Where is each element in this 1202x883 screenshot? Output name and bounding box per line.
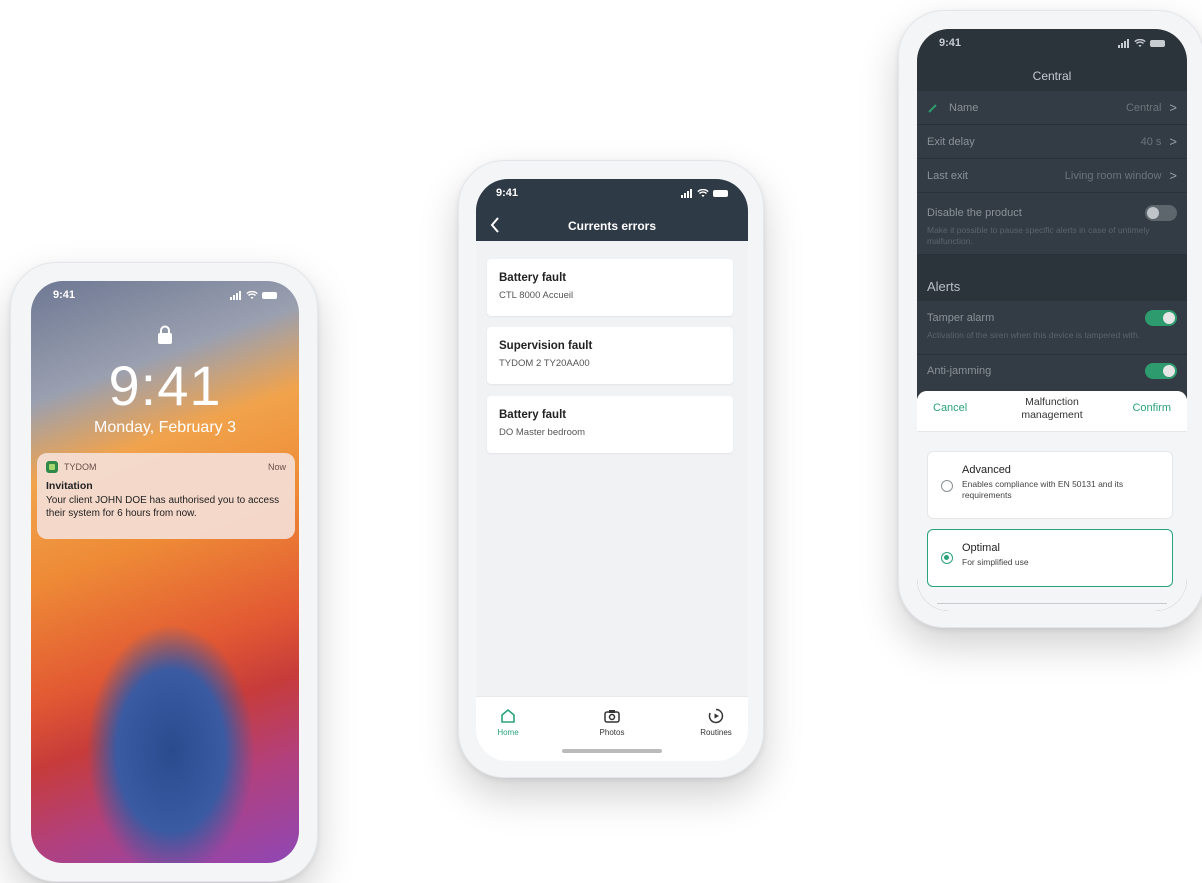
lock-date: Monday, February 3 <box>94 419 236 436</box>
central-phone: 9:41 Central Name Central > Exit delay 40… <box>898 10 1202 628</box>
tab-label: Routines <box>700 728 732 737</box>
cancel-button[interactable]: Cancel <box>933 402 967 414</box>
sheet-title: Malfunction management <box>1021 396 1083 422</box>
radio-button-selected[interactable] <box>941 552 953 564</box>
notification-card[interactable]: TYDOM Now Invitation Your client JOHN DO… <box>37 453 295 539</box>
chevron-right-icon: > <box>1169 168 1177 183</box>
errors-header: 9:41 Currents errors <box>476 179 748 241</box>
routines-icon <box>708 708 724 724</box>
notification-app-name: TYDOM <box>64 462 97 472</box>
error-card[interactable]: Battery fault DO Master bedroom <box>487 396 733 453</box>
row-label: Anti-jamming <box>927 365 992 377</box>
row-disable-product: Disable the product Make it possible to … <box>917 193 1187 255</box>
notification-title: Invitation <box>46 480 93 492</box>
status-bar: 9:41 <box>31 281 299 309</box>
tab-home[interactable]: Home <box>478 707 538 737</box>
row-value: Central <box>1125 101 1162 114</box>
battery-icon <box>262 291 277 299</box>
errors-screen: 9:41 Currents errors Battery fault CTL 8… <box>476 179 748 761</box>
errors-phone: 9:41 Currents errors Battery fault CTL 8… <box>458 160 764 778</box>
tab-routines[interactable]: Routines <box>686 707 746 737</box>
chevron-right-icon: > <box>1169 100 1177 115</box>
signal-icon <box>1118 38 1129 48</box>
option-title: Optimal <box>962 542 1000 554</box>
divider <box>937 603 1167 604</box>
home-indicator <box>562 749 662 753</box>
row-hint: Make it possible to pause specific alert… <box>927 225 1150 247</box>
lockscreen-phone: 9:41 9:41 Monday, February 3 TYDOM Now I… <box>10 262 318 882</box>
error-title: Battery fault <box>499 272 567 284</box>
tab-label: Home <box>497 728 519 737</box>
pencil-icon <box>928 103 937 113</box>
status-time: 9:41 <box>939 37 962 49</box>
wifi-icon <box>246 290 258 299</box>
notification-time: Now <box>267 462 286 472</box>
row-name[interactable]: Name Central > <box>917 91 1187 125</box>
radio-button[interactable] <box>941 480 953 492</box>
page-title: Central <box>1032 69 1072 83</box>
status-time: 9:41 <box>53 289 76 301</box>
row-hint: Activation of the siren when this device… <box>927 330 1141 340</box>
error-title: Supervision fault <box>499 340 593 352</box>
option-optimal[interactable]: Optimal For simplified use <box>927 529 1173 587</box>
tab-bar: Home Photos Routines <box>476 696 748 761</box>
error-title: Battery fault <box>499 409 567 421</box>
row-value: 40 s <box>1140 135 1162 148</box>
row-exit-delay[interactable]: Exit delay 40 s > <box>917 125 1187 159</box>
row-tamper-alarm: Tamper alarm Activation of the siren whe… <box>917 301 1187 355</box>
alerts-heading: Alerts <box>927 279 961 294</box>
lockscreen: 9:41 9:41 Monday, February 3 TYDOM Now I… <box>31 281 299 863</box>
tab-label: Photos <box>599 728 625 737</box>
error-device: TYDOM 2 TY20AA00 <box>499 358 590 369</box>
lock-icon <box>158 325 172 344</box>
lock-time: 9:41 <box>108 354 222 417</box>
signal-icon <box>230 290 241 300</box>
row-label: Exit delay <box>927 135 975 148</box>
row-label: Tamper alarm <box>927 312 995 324</box>
row-label: Name <box>949 101 979 114</box>
wifi-icon <box>1134 38 1146 47</box>
row-last-exit[interactable]: Last exit Living room window > <box>917 159 1187 193</box>
row-anti-jamming: Anti-jamming <box>917 355 1187 395</box>
battery-icon <box>713 189 728 197</box>
sheet-header: Cancel Malfunction management Confirm <box>917 391 1187 432</box>
chevron-right-icon: > <box>1169 134 1177 149</box>
battery-icon <box>1150 39 1165 47</box>
row-value: Living room window <box>1064 169 1162 182</box>
error-card[interactable]: Supervision fault TYDOM 2 TY20AA00 <box>487 327 733 384</box>
row-label: Last exit <box>927 169 968 182</box>
error-card[interactable]: Battery fault CTL 8000 Accueil <box>487 259 733 316</box>
disable-product-toggle[interactable] <box>1145 205 1177 221</box>
page-title: Currents errors <box>567 219 657 233</box>
malfunction-sheet: Cancel Malfunction management Confirm Ad… <box>917 391 1187 611</box>
home-icon <box>501 709 515 723</box>
anti-jamming-toggle[interactable] <box>1145 363 1177 379</box>
camera-icon <box>604 710 620 723</box>
notification-body: Your client JOHN DOE has authorised you … <box>46 495 280 519</box>
wifi-icon <box>697 188 709 197</box>
row-label: Disable the product <box>927 207 1022 219</box>
central-screen: 9:41 Central Name Central > Exit delay 40… <box>917 29 1187 611</box>
tydom-app-icon <box>46 461 58 473</box>
option-advanced[interactable]: Advanced Enables compliance with EN 5013… <box>927 451 1173 519</box>
error-device: CTL 8000 Accueil <box>499 290 574 301</box>
option-subtitle: For simplified use <box>962 557 1029 567</box>
tab-photos[interactable]: Photos <box>582 707 642 737</box>
option-title: Advanced <box>962 464 1011 476</box>
confirm-button[interactable]: Confirm <box>1132 402 1171 414</box>
option-subtitle: Enables compliance with EN 50131 and its… <box>962 479 1124 501</box>
signal-icon <box>681 188 692 198</box>
error-device: DO Master bedroom <box>499 427 586 438</box>
status-time: 9:41 <box>496 187 519 199</box>
tamper-alarm-toggle[interactable] <box>1145 310 1177 326</box>
